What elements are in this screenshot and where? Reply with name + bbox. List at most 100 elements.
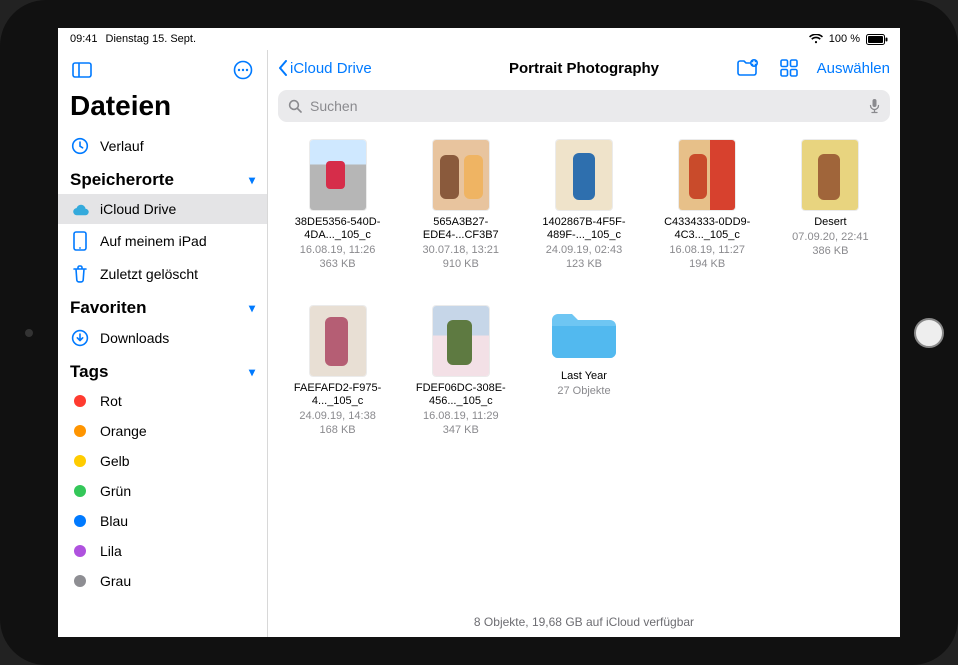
sidebar-item[interactable]: Orange bbox=[58, 416, 267, 446]
file-meta: 16.08.19, 11:27194 KB bbox=[669, 244, 745, 272]
sidebar-item-label: Auf meinem iPad bbox=[100, 233, 207, 249]
file-name: 1402867B-4F5F-489F-..._105_c bbox=[536, 216, 632, 242]
tag-dot bbox=[70, 515, 90, 527]
file-meta: 16.08.19, 11:29347 KB bbox=[423, 410, 499, 438]
sidebar-item-label: Downloads bbox=[100, 330, 169, 346]
back-button[interactable]: iCloud Drive bbox=[278, 60, 372, 77]
sidebar-item-recents[interactable]: Verlauf bbox=[58, 130, 267, 162]
file-tile[interactable]: FDEF06DC-308E-456..._105_c16.08.19, 11:2… bbox=[405, 306, 516, 456]
ipad-icon bbox=[70, 231, 90, 251]
search-placeholder: Suchen bbox=[310, 98, 357, 114]
download-icon bbox=[70, 329, 90, 347]
sidebar-item-label: Orange bbox=[100, 423, 147, 439]
image-thumbnail bbox=[433, 306, 489, 376]
file-name: 565A3B27-EDE4-...CF3B7 bbox=[413, 216, 509, 242]
trash-icon bbox=[70, 265, 90, 283]
footer-status: 8 Objekte, 19,68 GB auf iCloud verfügbar bbox=[268, 609, 900, 637]
status-time: 09:41 bbox=[70, 33, 98, 45]
sidebar-item[interactable]: Grau bbox=[58, 566, 267, 596]
sidebar-item-label: Grau bbox=[100, 573, 131, 589]
tag-dot bbox=[70, 395, 90, 407]
file-name: Last Year bbox=[561, 370, 607, 383]
search-icon bbox=[288, 99, 302, 113]
nav-bar: iCloud Drive Portrait Photography Auswäh… bbox=[268, 50, 900, 86]
sidebar: Dateien Verlauf Speicherorte ▾ iCloud Driv… bbox=[58, 50, 268, 637]
sidebar-item-label: Blau bbox=[100, 513, 128, 529]
sidebar-section-header[interactable]: Speicherorte ▾ bbox=[58, 162, 267, 194]
cloud-icon bbox=[70, 203, 90, 216]
mic-icon[interactable] bbox=[869, 98, 880, 114]
sidebar-item-label: Grün bbox=[100, 483, 131, 499]
sidebar-item-label: Rot bbox=[100, 393, 122, 409]
file-tile[interactable]: C4334333-0DD9-4C3..._105_c16.08.19, 11:2… bbox=[652, 140, 763, 290]
chevron-left-icon bbox=[278, 60, 288, 76]
sidebar-item[interactable]: Lila bbox=[58, 536, 267, 566]
file-tile[interactable]: 38DE5356-540D-4DA..._105_c16.08.19, 11:2… bbox=[282, 140, 393, 290]
tag-dot bbox=[70, 485, 90, 497]
battery-text: 100 % bbox=[829, 33, 860, 45]
sidebar-item[interactable]: Rot bbox=[58, 386, 267, 416]
chevron-down-icon: ▾ bbox=[249, 173, 255, 187]
front-camera bbox=[25, 329, 33, 337]
tag-dot bbox=[70, 455, 90, 467]
file-name: C4334333-0DD9-4C3..._105_c bbox=[659, 216, 755, 242]
tag-dot bbox=[70, 545, 90, 557]
sidebar-item-label: Zuletzt gelöscht bbox=[100, 266, 198, 282]
image-thumbnail bbox=[802, 140, 858, 210]
more-button[interactable] bbox=[229, 56, 257, 84]
status-bar: 09:41 Dienstag 15. Sept. 100 % bbox=[58, 28, 900, 50]
wifi-icon bbox=[809, 34, 823, 44]
sidebar-item[interactable]: Blau bbox=[58, 506, 267, 536]
file-tile[interactable]: 565A3B27-EDE4-...CF3B730.07.18, 13:21910… bbox=[405, 140, 516, 290]
sidebar-item[interactable]: Auf meinem iPad bbox=[58, 224, 267, 258]
sidebar-section-title: Speicherorte bbox=[70, 170, 174, 190]
sidebar-item-label: iCloud Drive bbox=[100, 201, 176, 217]
image-thumbnail bbox=[310, 306, 366, 376]
image-thumbnail bbox=[310, 140, 366, 210]
tag-dot bbox=[70, 575, 90, 587]
tag-dot bbox=[70, 425, 90, 437]
sidebar-section-title: Tags bbox=[70, 362, 108, 382]
chevron-down-icon: ▾ bbox=[249, 365, 255, 379]
file-tile[interactable]: Desert07.09.20, 22:41386 KB bbox=[775, 140, 886, 290]
image-thumbnail bbox=[556, 140, 612, 210]
sidebar-section-header[interactable]: Tags ▾ bbox=[58, 354, 267, 386]
file-meta: 30.07.18, 13:21910 KB bbox=[423, 244, 499, 272]
folder-icon bbox=[548, 306, 620, 364]
sidebar-item-label: Verlauf bbox=[100, 138, 144, 154]
sidebar-item[interactable]: iCloud Drive bbox=[58, 194, 267, 224]
sidebar-item-label: Gelb bbox=[100, 453, 130, 469]
sidebar-item[interactable]: Downloads bbox=[58, 322, 267, 354]
file-meta: 24.09.19, 02:43123 KB bbox=[546, 244, 622, 272]
sidebar-section-title: Favoriten bbox=[70, 298, 147, 318]
file-meta: 27 Objekte bbox=[557, 385, 610, 399]
ipad-frame: 09:41 Dienstag 15. Sept. 100 % bbox=[0, 0, 958, 665]
file-name: 38DE5356-540D-4DA..._105_c bbox=[290, 216, 386, 242]
status-date: Dienstag 15. Sept. bbox=[106, 33, 197, 45]
page-title: Portrait Photography bbox=[509, 60, 659, 77]
sidebar-item[interactable]: Gelb bbox=[58, 446, 267, 476]
view-mode-button[interactable] bbox=[775, 54, 803, 82]
file-meta: 16.08.19, 11:26363 KB bbox=[300, 244, 376, 272]
home-button[interactable] bbox=[914, 318, 944, 348]
image-thumbnail bbox=[433, 140, 489, 210]
main-panel: iCloud Drive Portrait Photography Auswäh… bbox=[268, 50, 900, 637]
file-tile[interactable]: FAEFAFD2-F975-4..._105_c24.09.19, 14:381… bbox=[282, 306, 393, 456]
sidebar-title: Dateien bbox=[58, 88, 267, 130]
folder-tile[interactable]: Last Year 27 Objekte bbox=[528, 306, 639, 456]
file-tile[interactable]: 1402867B-4F5F-489F-..._105_c24.09.19, 02… bbox=[528, 140, 639, 290]
back-label: iCloud Drive bbox=[290, 60, 372, 77]
file-meta: 07.09.20, 22:41386 KB bbox=[792, 231, 868, 259]
chevron-down-icon: ▾ bbox=[249, 301, 255, 315]
search-field[interactable]: Suchen bbox=[278, 90, 890, 122]
new-folder-button[interactable] bbox=[733, 54, 761, 82]
sidebar-item[interactable]: Zuletzt gelöscht bbox=[58, 258, 267, 290]
sidebar-item[interactable]: Grün bbox=[58, 476, 267, 506]
image-thumbnail bbox=[679, 140, 735, 210]
clock-icon bbox=[70, 137, 90, 155]
file-grid: 38DE5356-540D-4DA..._105_c16.08.19, 11:2… bbox=[268, 130, 900, 609]
select-button[interactable]: Auswählen bbox=[817, 60, 890, 77]
sidebar-section-header[interactable]: Favoriten ▾ bbox=[58, 290, 267, 322]
sidebar-toggle-button[interactable] bbox=[68, 56, 96, 84]
file-name: FDEF06DC-308E-456..._105_c bbox=[413, 382, 509, 408]
